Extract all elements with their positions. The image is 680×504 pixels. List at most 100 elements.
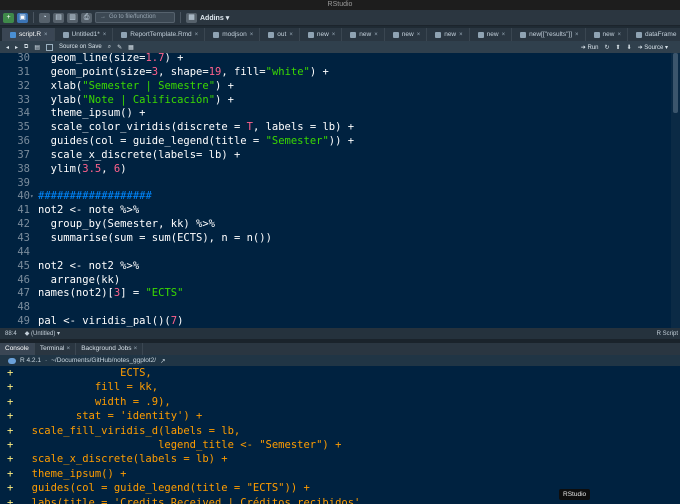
- addins-menu[interactable]: Addins ▾: [200, 14, 229, 22]
- source-on-save-checkbox[interactable]: [46, 43, 53, 51]
- editor-tab-label: out: [277, 31, 287, 38]
- filetype-selector[interactable]: R Script: [657, 331, 680, 337]
- code-line: 41 not2 <- note %>%: [0, 204, 680, 218]
- editor-tab[interactable]: modjson ×: [205, 28, 261, 41]
- re-run-icon[interactable]: ↻: [605, 44, 610, 51]
- fold-marker[interactable]: [30, 177, 38, 191]
- fold-marker[interactable]: [30, 94, 38, 108]
- code-text: arrange(kk): [38, 273, 121, 286]
- editor-tab[interactable]: new ×: [299, 28, 343, 41]
- console-text: ECTS,: [19, 367, 152, 379]
- code-line: 30 geom_line(size=1.7) +: [0, 53, 680, 66]
- close-icon[interactable]: ×: [617, 32, 621, 38]
- editor-scrollbar[interactable]: [671, 53, 680, 328]
- fold-marker[interactable]: ▾: [30, 190, 38, 204]
- fold-marker[interactable]: [30, 121, 38, 135]
- editor-tab[interactable]: ReportTemplate.Rmd ×: [113, 28, 206, 41]
- forward-arrow-icon[interactable]: ▸: [15, 44, 18, 51]
- console-tab[interactable]: Console: [0, 343, 35, 355]
- goto-file-input[interactable]: → Go to file/function: [95, 12, 175, 23]
- console-prompt: +: [7, 395, 14, 408]
- go-up-icon[interactable]: ⬆: [616, 44, 621, 51]
- fold-marker[interactable]: [30, 315, 38, 328]
- tooltip: RStudio: [559, 489, 591, 500]
- editor-tab[interactable]: new ×: [342, 28, 385, 41]
- arrow-link-icon[interactable]: ↗: [160, 357, 165, 365]
- open-file-icon[interactable]: ◔: [39, 12, 50, 23]
- close-icon[interactable]: ×: [289, 32, 293, 38]
- save-editor-icon[interactable]: ▤: [34, 44, 40, 51]
- line-number: 47: [17, 287, 30, 300]
- editor-tab[interactable]: script.R ×: [2, 28, 55, 41]
- save-all-icon[interactable]: ▥: [67, 12, 78, 23]
- console-tab[interactable]: Terminal ×: [35, 343, 77, 355]
- search-icon[interactable]: ⌕: [108, 44, 111, 51]
- editor-tab[interactable]: new ×: [585, 28, 628, 41]
- console-text: theme_ipsum() +: [19, 467, 127, 480]
- fold-marker[interactable]: [30, 204, 38, 218]
- fold-marker[interactable]: [30, 135, 38, 149]
- editor-scrollbar-thumb[interactable]: [673, 53, 678, 113]
- close-icon[interactable]: ×: [195, 32, 199, 38]
- editor-tab-label: new: [359, 31, 372, 38]
- file-icon: [268, 31, 275, 38]
- close-icon[interactable]: ×: [459, 32, 463, 38]
- close-icon[interactable]: ×: [250, 32, 254, 38]
- editor-tab-bar: script.R × Untitled1* × ReportTemplate.Rmd × m…: [0, 26, 680, 41]
- new-project-icon[interactable]: ▣: [17, 12, 28, 23]
- fold-marker[interactable]: [30, 80, 38, 94]
- console-tab[interactable]: Background Jobs ×: [76, 343, 144, 355]
- close-icon[interactable]: ×: [332, 32, 336, 38]
- console-output[interactable]: + ECTS, + fill = kk, + width = .9), + stat …: [0, 366, 680, 504]
- code-line: 36 guides(col = guide_legend(title = "Se…: [0, 135, 680, 149]
- new-file-icon[interactable]: +: [3, 12, 14, 23]
- source-button[interactable]: ➜ Source ▾: [638, 44, 668, 51]
- working-directory[interactable]: ~/Documents/GitHub/notes_ggplot2/: [51, 357, 156, 364]
- editor-tab-label: dataFrame: [645, 31, 677, 38]
- go-down-icon[interactable]: ⬇: [627, 44, 632, 51]
- close-icon[interactable]: ×: [66, 345, 70, 352]
- fold-marker[interactable]: [30, 274, 38, 288]
- fold-marker[interactable]: [30, 218, 38, 232]
- code-editor[interactable]: 30 geom_line(size=1.7) +31 geom_point(si…: [0, 53, 680, 328]
- close-icon[interactable]: ×: [44, 32, 48, 38]
- editor-tab[interactable]: new ×: [427, 28, 470, 41]
- print-icon[interactable]: ⎙: [81, 12, 92, 23]
- save-icon[interactable]: ▤: [53, 12, 64, 23]
- fold-marker[interactable]: [30, 66, 38, 80]
- fold-marker[interactable]: [30, 301, 38, 315]
- fold-marker[interactable]: [30, 287, 38, 301]
- close-icon[interactable]: ×: [374, 32, 378, 38]
- show-in-window-icon[interactable]: ⧉: [24, 44, 28, 51]
- run-button[interactable]: ➜ Run: [581, 44, 599, 51]
- editor-tab[interactable]: new[["results"]] ×: [512, 28, 586, 41]
- fold-marker[interactable]: [30, 232, 38, 246]
- r-version: R 4.2.1: [20, 357, 41, 364]
- scope-selector[interactable]: ◆ (Untitled) ▾: [25, 330, 60, 337]
- back-arrow-icon[interactable]: ◂: [6, 44, 9, 51]
- wand-icon[interactable]: ✎: [117, 44, 122, 51]
- editor-tab[interactable]: Untitled1* ×: [54, 28, 114, 41]
- close-icon[interactable]: ×: [103, 32, 107, 38]
- editor-tab[interactable]: dataFrame×: [628, 28, 680, 41]
- close-icon[interactable]: ×: [575, 32, 579, 38]
- console-path-bar: R 4.2.1 · ~/Documents/GitHub/notes_ggplo…: [0, 355, 680, 366]
- console-tab-bar: Console Terminal × Background Jobs ×: [0, 343, 680, 355]
- fold-marker[interactable]: [30, 246, 38, 260]
- fold-marker[interactable]: [30, 53, 38, 66]
- fold-marker[interactable]: [30, 107, 38, 121]
- editor-tab[interactable]: new ×: [384, 28, 428, 41]
- fold-marker[interactable]: [30, 260, 38, 274]
- close-icon[interactable]: ×: [502, 32, 506, 38]
- fold-marker[interactable]: [30, 149, 38, 163]
- close-icon[interactable]: ×: [133, 345, 137, 352]
- file-icon: [593, 31, 600, 38]
- console-line: + theme_ipsum() +: [0, 467, 680, 481]
- close-icon[interactable]: ×: [417, 32, 421, 38]
- compile-icon[interactable]: ▦: [128, 44, 134, 51]
- fold-marker[interactable]: [30, 163, 38, 177]
- editor-tab[interactable]: out ×: [260, 28, 300, 41]
- code-line: 35 scale_color_viridis(discrete = T, lab…: [0, 121, 680, 135]
- grid-layout-icon[interactable]: ▦: [186, 12, 197, 23]
- editor-tab[interactable]: new ×: [469, 28, 513, 41]
